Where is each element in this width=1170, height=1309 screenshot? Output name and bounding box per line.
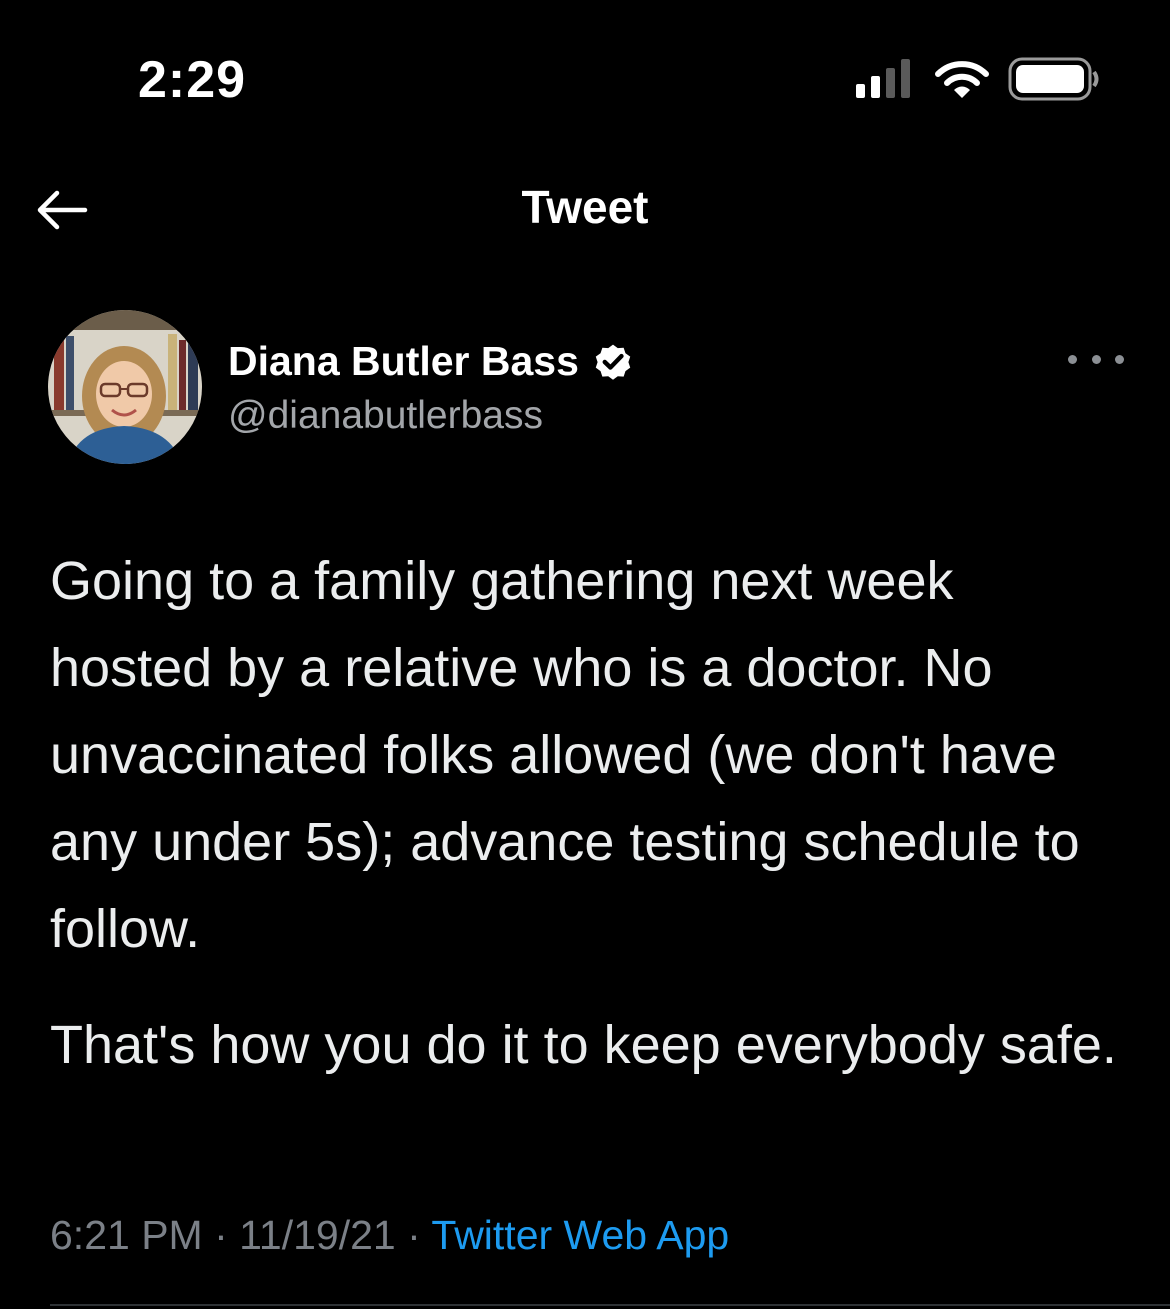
status-bar: 2:29 bbox=[0, 0, 1170, 150]
divider bbox=[50, 1304, 1170, 1306]
author-name-row: Diana Butler Bass bbox=[228, 338, 635, 385]
tweet-source-link[interactable]: Twitter Web App bbox=[431, 1212, 729, 1258]
more-options-icon bbox=[1068, 354, 1077, 364]
tweet-time[interactable]: 6:21 PM bbox=[50, 1212, 203, 1258]
tweet-metadata: 6:21 PM · 11/19/21 · Twitter Web App bbox=[50, 1212, 729, 1259]
more-options-icon bbox=[1115, 354, 1124, 364]
avatar-photo bbox=[48, 310, 202, 464]
avatar[interactable] bbox=[48, 310, 202, 464]
page-title: Tweet bbox=[521, 181, 649, 233]
battery-icon bbox=[1008, 57, 1099, 101]
tweet-author: Diana Butler Bass @dianabutlerbass bbox=[0, 300, 1170, 480]
tweet-date[interactable]: 11/19/21 bbox=[239, 1212, 396, 1258]
author-handle[interactable]: @dianabutlerbass bbox=[228, 394, 543, 438]
more-options-icon bbox=[1091, 354, 1101, 364]
tweet-paragraph: That's how you do it to keep everybody s… bbox=[50, 1015, 1117, 1075]
author-display-name[interactable]: Diana Butler Bass bbox=[228, 338, 579, 385]
verified-badge-icon bbox=[595, 344, 631, 380]
nav-header: Tweet bbox=[0, 160, 1170, 260]
tweet-paragraph: Going to a family gathering next week ho… bbox=[50, 551, 1080, 959]
wifi-icon bbox=[935, 61, 989, 98]
cellular-signal-icon bbox=[856, 59, 910, 98]
meta-separator: · bbox=[202, 1212, 240, 1258]
tweet-text: Going to a family gathering next week ho… bbox=[50, 538, 1130, 1089]
meta-separator: · bbox=[395, 1212, 432, 1258]
status-time: 2:29 bbox=[138, 51, 247, 109]
more-options-button[interactable] bbox=[1068, 344, 1124, 374]
